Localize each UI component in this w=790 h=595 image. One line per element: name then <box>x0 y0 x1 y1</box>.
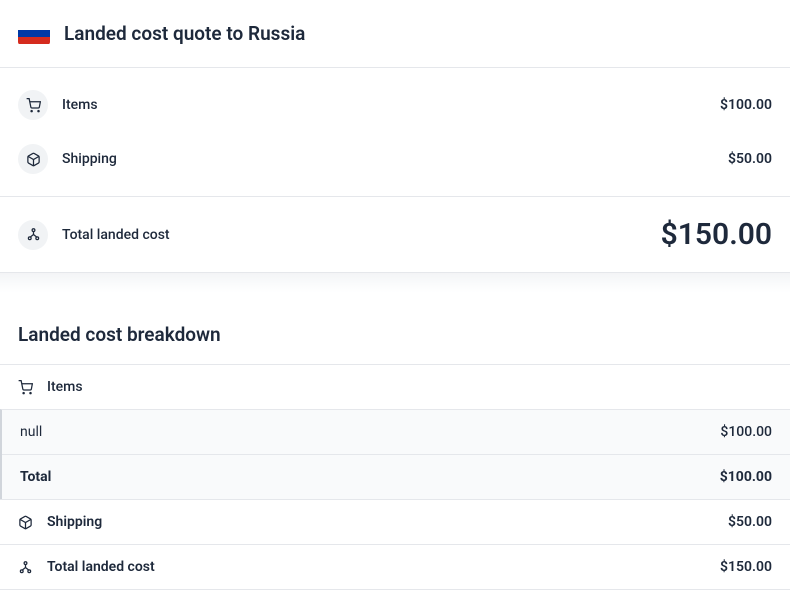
breakdown-header: Landed cost breakdown <box>0 301 790 365</box>
summary-value-items: $100.00 <box>720 97 772 113</box>
breakdown-shipping-row: Shipping $50.00 <box>0 499 790 544</box>
breakdown-total-label: Total landed cost <box>47 559 706 575</box>
package-icon <box>18 515 33 530</box>
breakdown-shipping-value: $50.00 <box>728 514 772 530</box>
cart-icon <box>18 90 48 120</box>
breakdown-shipping-label: Shipping <box>47 514 714 530</box>
breakdown-items-header: Items <box>0 365 790 409</box>
package-icon <box>18 144 48 174</box>
item-value: $100.00 <box>720 424 772 440</box>
summary-label-shipping: Shipping <box>62 151 714 167</box>
cart-icon <box>18 380 33 395</box>
table-row: null $100.00 <box>2 410 790 455</box>
items-total-label: Total <box>20 469 720 485</box>
breakdown-title: Landed cost breakdown <box>18 323 772 346</box>
item-name: null <box>20 424 720 440</box>
summary-group: Items $100.00 Shipping $50.00 <box>0 68 790 197</box>
items-total-value: $100.00 <box>720 469 772 485</box>
summary-label-total: Total landed cost <box>62 227 647 243</box>
section-gap <box>0 273 790 301</box>
hierarchy-icon <box>18 560 33 575</box>
breakdown-items-table: null $100.00 Total $100.00 <box>0 409 790 499</box>
breakdown-total-value: $150.00 <box>720 559 772 575</box>
quote-header: Landed cost quote to Russia <box>0 0 790 68</box>
summary-row-shipping: Shipping $50.00 <box>0 132 790 186</box>
summary-label-items: Items <box>62 97 706 113</box>
breakdown-total-row: Total landed cost $150.00 <box>0 544 790 589</box>
summary-row-total: Total landed cost $150.00 <box>0 197 790 272</box>
summary-value-total: $150.00 <box>661 217 772 252</box>
summary-row-items: Items $100.00 <box>0 78 790 132</box>
page-title: Landed cost quote to Russia <box>64 22 305 45</box>
table-row-total: Total $100.00 <box>2 455 790 499</box>
breakdown-card: Landed cost breakdown Items null $100.00… <box>0 301 790 590</box>
country-flag-russia <box>18 23 50 45</box>
summary-value-shipping: $50.00 <box>728 151 772 167</box>
hierarchy-icon <box>18 220 48 250</box>
breakdown-items-label: Items <box>47 379 772 395</box>
quote-card: Landed cost quote to Russia Items $100.0… <box>0 0 790 273</box>
